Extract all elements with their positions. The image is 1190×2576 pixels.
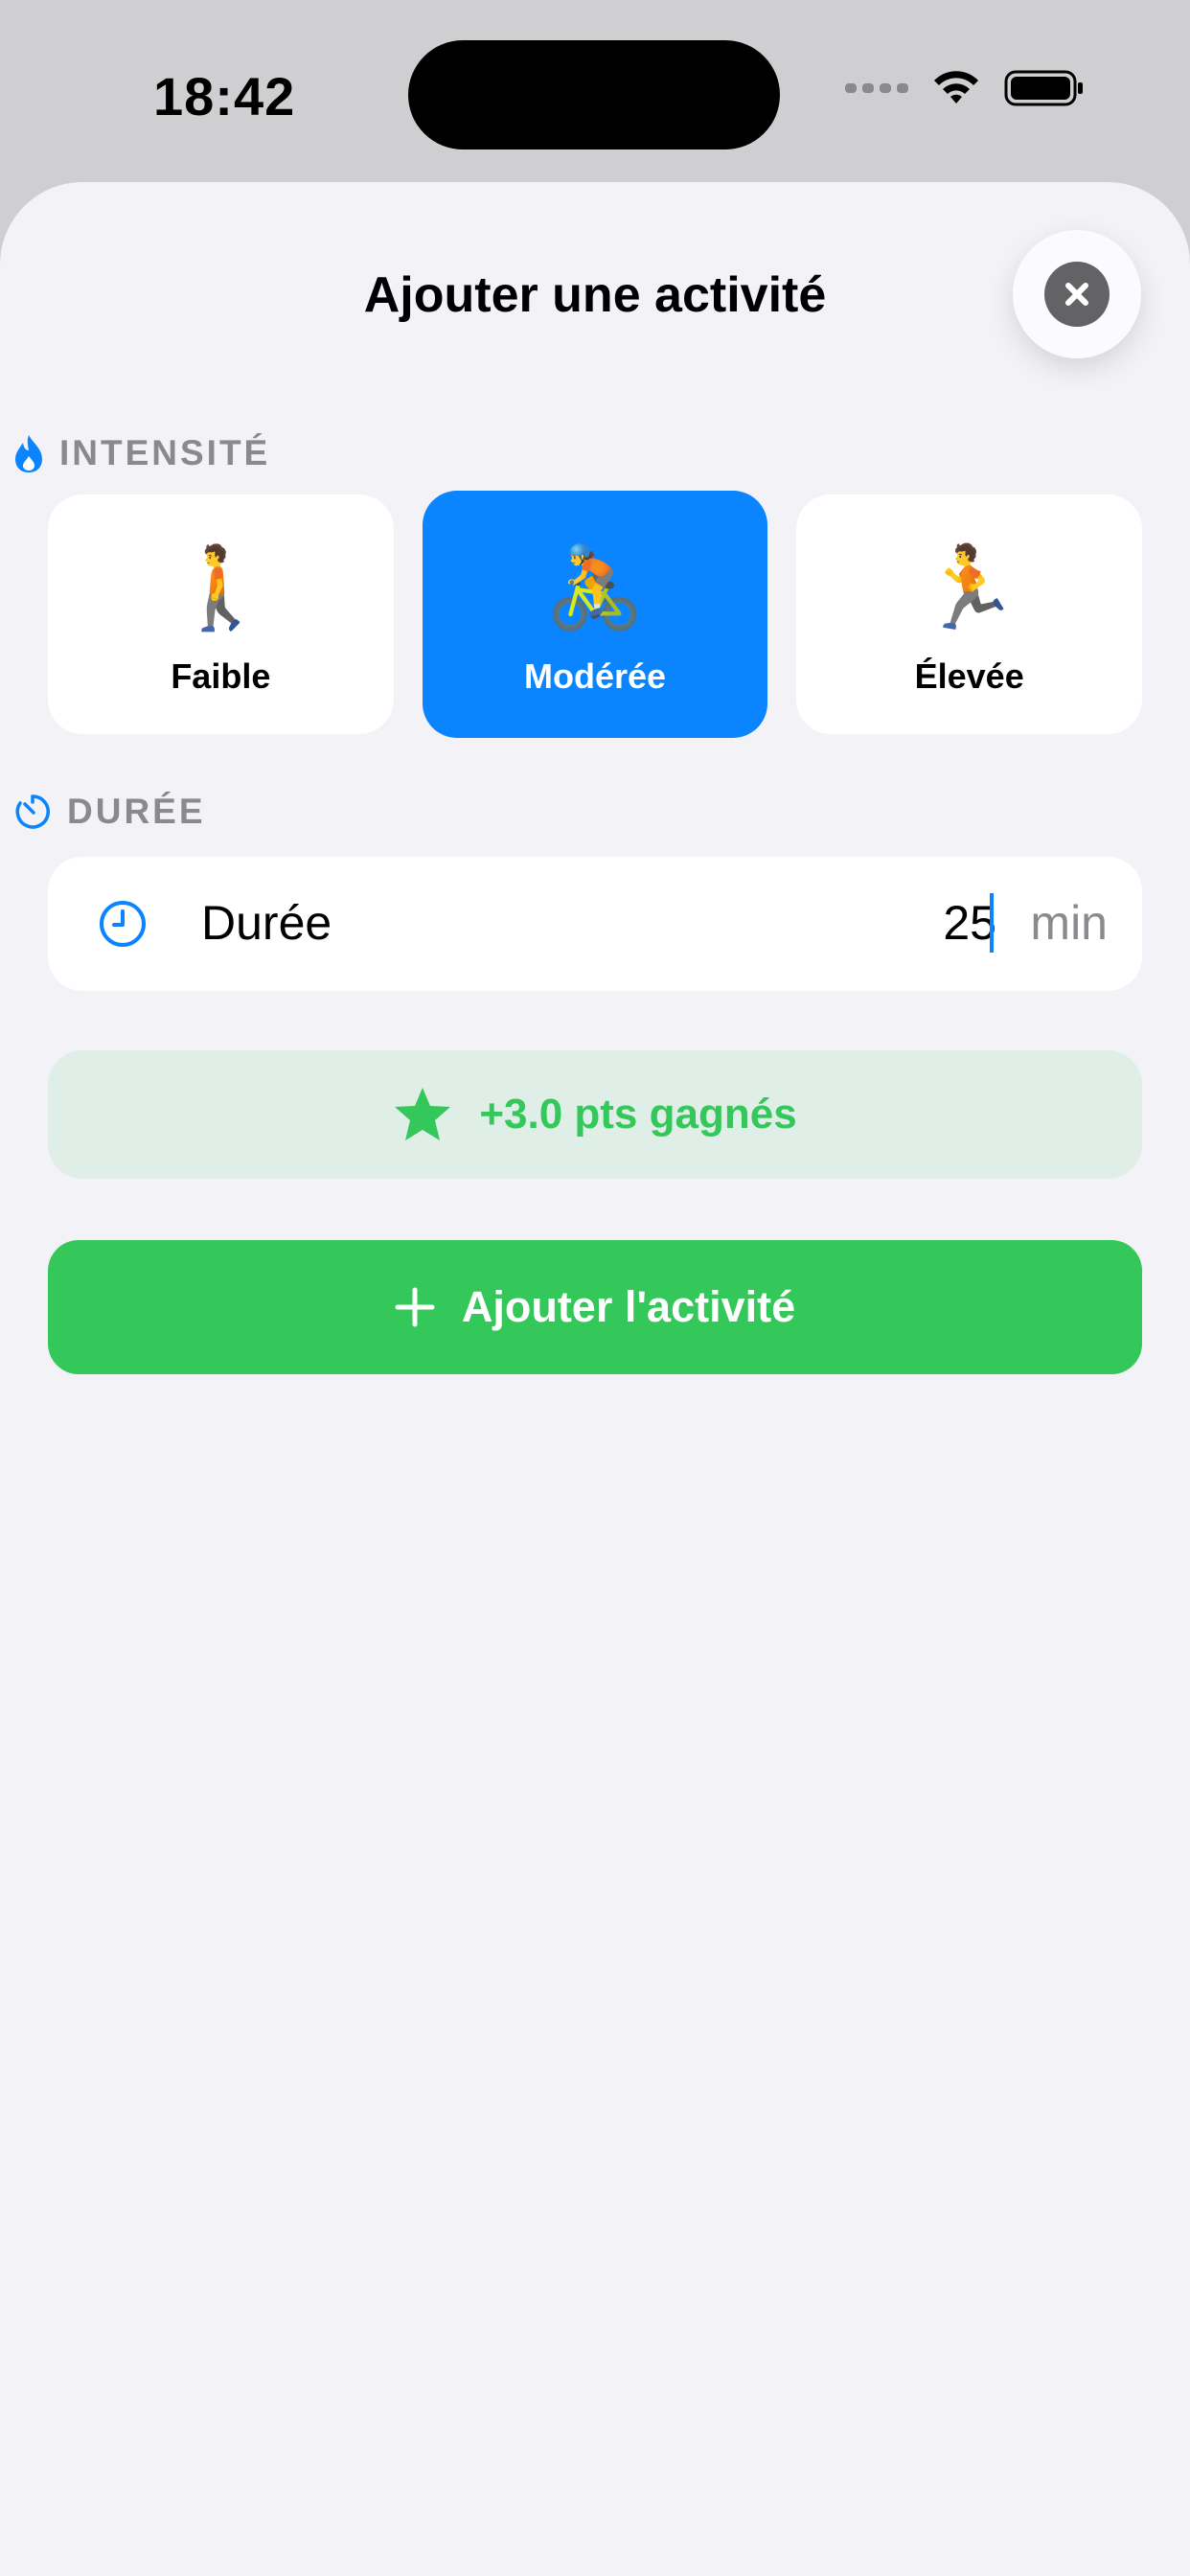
running-icon: 🏃 xyxy=(919,540,1019,634)
text-cursor xyxy=(990,893,994,953)
xmark-circle-icon xyxy=(1044,262,1110,327)
points-banner: +3.0 pts gagnés xyxy=(48,1050,1142,1179)
duration-unit: min xyxy=(1030,896,1108,950)
dynamic-island xyxy=(408,40,780,150)
intensity-options: 🚶 Faible 🚴 Modérée 🏃 Élevée xyxy=(48,491,1143,738)
cellular-signal-icon xyxy=(845,83,908,93)
duration-section-header: DURÉE xyxy=(13,792,206,832)
battery-icon xyxy=(1004,70,1083,106)
star-icon xyxy=(395,1088,451,1140)
walking-icon: 🚶 xyxy=(171,540,271,634)
flame-icon xyxy=(15,435,42,472)
add-activity-sheet: Ajouter une activité INTENSITÉ 🚶 Faible … xyxy=(0,182,1190,2576)
intensity-option-label: Modérée xyxy=(523,656,667,696)
add-activity-button[interactable]: Ajouter l'activité xyxy=(48,1240,1142,1374)
intensity-option-moderee[interactable]: 🚴 Modérée xyxy=(422,491,768,738)
sheet-title: Ajouter une activité xyxy=(363,267,827,323)
clock-icon xyxy=(100,901,146,947)
status-time: 18:42 xyxy=(153,66,296,126)
intensity-section-header: INTENSITÉ xyxy=(13,433,270,473)
duration-field[interactable]: Durée 25 min xyxy=(48,857,1142,991)
add-activity-label: Ajouter l'activité xyxy=(461,1282,796,1331)
points-text: +3.0 pts gagnés xyxy=(479,1091,797,1138)
duration-input[interactable]: 25 xyxy=(943,895,996,951)
status-icons xyxy=(845,69,1085,107)
cycling-icon: 🚴 xyxy=(544,540,646,634)
intensity-section-label: INTENSITÉ xyxy=(59,433,271,472)
duration-section-label: DURÉE xyxy=(67,792,206,831)
intensity-option-label: Faible xyxy=(171,656,271,696)
wifi-icon xyxy=(934,71,978,104)
intensity-option-faible[interactable]: 🚶 Faible xyxy=(48,494,394,734)
duration-field-label: Durée xyxy=(201,896,332,950)
intensity-option-label: Élevée xyxy=(914,656,1024,696)
intensity-option-elevee[interactable]: 🏃 Élevée xyxy=(796,494,1143,734)
close-button[interactable] xyxy=(1013,230,1141,358)
status-bar: 18:42 xyxy=(0,0,1190,182)
plus-icon xyxy=(395,1287,435,1327)
timer-icon xyxy=(15,794,50,829)
